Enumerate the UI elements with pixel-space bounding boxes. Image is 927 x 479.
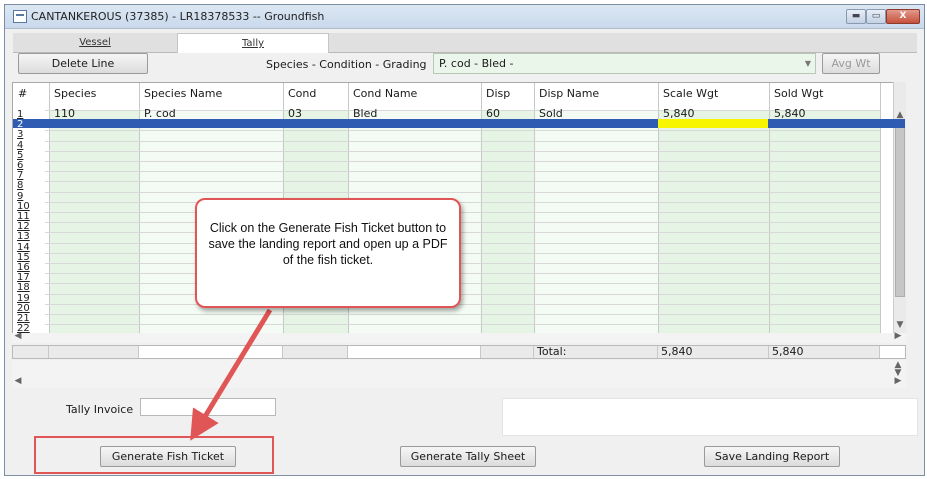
row-number[interactable]: 22: [17, 324, 41, 334]
row-number[interactable]: 13: [17, 232, 41, 242]
grid-cell[interactable]: 110: [52, 108, 139, 120]
row-number[interactable]: 8: [17, 181, 41, 191]
selected-scale-wgt-cell[interactable]: [658, 119, 768, 128]
instruction-callout: Click on the Generate Fish Ticket button…: [195, 198, 461, 308]
annotation-arrow: [190, 308, 273, 441]
row-number[interactable]: 3: [17, 130, 41, 140]
grid-cell[interactable]: 60: [484, 108, 534, 120]
grid-cell[interactable]: Sold: [537, 108, 658, 120]
grid-cell[interactable]: 5,840: [772, 108, 880, 120]
callout-text: Click on the Generate Fish Ticket button…: [208, 221, 448, 267]
grid-cell[interactable]: 5,840: [661, 108, 769, 120]
grid-cell[interactable]: 03: [286, 108, 348, 120]
grid-cell[interactable]: Bled: [351, 108, 481, 120]
row-number[interactable]: 18: [17, 283, 41, 293]
arrow-line: [190, 308, 273, 441]
selected-row[interactable]: [13, 119, 905, 128]
grid-cell[interactable]: P. cod: [142, 108, 283, 120]
